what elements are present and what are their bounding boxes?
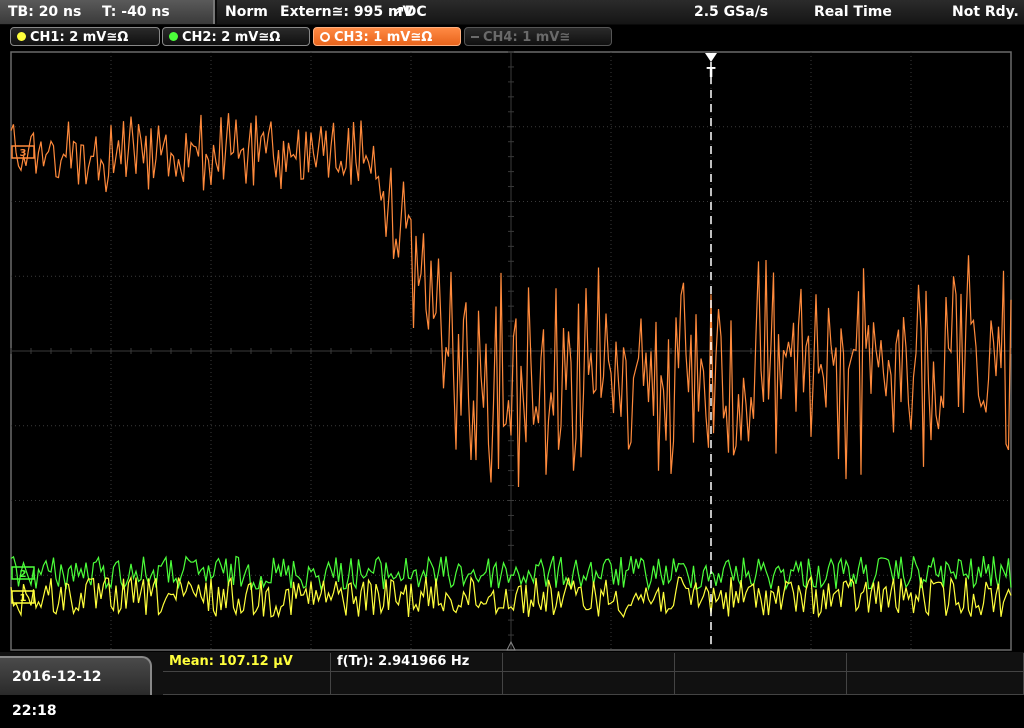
ch1-color-dot (17, 32, 26, 41)
ch3-label: CH3: 1 mV≅Ω (334, 30, 433, 45)
ch1-label: CH1: 2 mV≅Ω (30, 30, 129, 45)
measurement-frequency[interactable]: f(Tr): 2.941966 Hz (331, 653, 503, 672)
ch2-label: CH2: 2 mV≅Ω (182, 30, 281, 45)
datetime-display: 2016-12-12 22:18 (0, 656, 152, 719)
measurement-slot-5[interactable] (847, 653, 1024, 672)
sample-rate[interactable]: 2.5 GSa/s (694, 0, 768, 24)
ch4-label: CH4: 1 mV≅ (483, 30, 571, 45)
ch1-marker-label: 1 (20, 593, 27, 604)
trigger-panel: Norm Extern≅: 995 mV ↗DC 2.5 GSa/s Real … (217, 0, 1024, 24)
trigger-marker-label: T (707, 66, 716, 81)
channel-tab-ch2[interactable]: CH2: 2 mV≅Ω (162, 27, 310, 46)
ch3-marker-label: 3 (20, 148, 27, 159)
measurement-slot-3[interactable] (503, 653, 675, 672)
status-bar: TB: 20 ns T: -40 ns Norm Extern≅: 995 mV… (0, 0, 1024, 25)
trigger-coupling[interactable]: ↗DC (393, 0, 427, 24)
ch3-color-dot (320, 31, 330, 42)
trigger-time-readout[interactable]: T: -40 ns (102, 0, 170, 24)
channel-tab-ch4[interactable]: CH4: 1 mV≅ (464, 27, 612, 46)
measurement-slot-8[interactable] (503, 672, 675, 695)
channel-tab-ch1[interactable]: CH1: 2 mV≅Ω (10, 27, 160, 46)
timebase-panel[interactable]: TB: 20 ns T: -40 ns (0, 0, 215, 24)
channel-tabs: CH1: 2 mV≅Ω CH2: 2 mV≅Ω CH3: 1 mV≅Ω CH4:… (0, 27, 1024, 49)
waveform-display[interactable]: T 3 2 1 (0, 48, 1024, 653)
timebase-readout[interactable]: TB: 20 ns (8, 0, 81, 24)
measurement-mean[interactable]: Mean: 107.12 µV (163, 653, 331, 672)
measurement-slot-9[interactable] (675, 672, 847, 695)
run-state: Not Rdy. (952, 4, 1019, 20)
ch2-marker-label: 2 (20, 569, 27, 580)
acquisition-mode[interactable]: Real Time (814, 0, 892, 24)
measurement-slot-7[interactable] (331, 672, 503, 695)
measurement-slot-10[interactable] (847, 672, 1024, 695)
measurement-slot-6[interactable] (163, 672, 331, 695)
measurement-slot-4[interactable] (675, 653, 847, 672)
ch4-off-indicator (471, 35, 479, 38)
channel-tab-ch3[interactable]: CH3: 1 mV≅Ω (313, 27, 461, 46)
trigger-mode[interactable]: Norm (225, 0, 268, 24)
ch2-color-dot (169, 32, 178, 41)
measurement-panel: Mean: 107.12 µV f(Tr): 2.941966 Hz (163, 653, 1024, 695)
waveform-svg: T 3 2 1 (10, 51, 1012, 651)
